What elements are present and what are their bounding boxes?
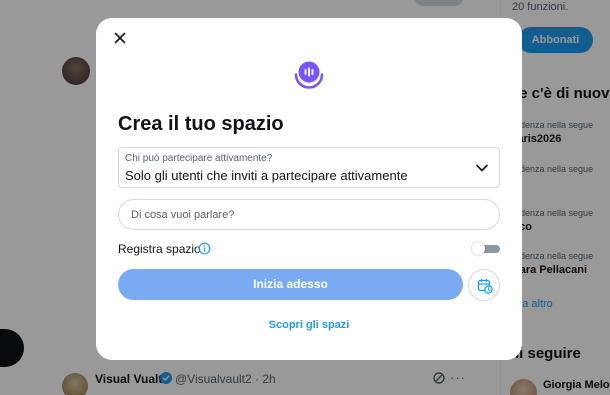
topic-input[interactable] [118, 199, 500, 230]
close-button[interactable] [110, 28, 130, 48]
who-can-speak-select[interactable]: Chi può partecipare attivamente? Solo gl… [118, 147, 500, 188]
record-space-row: Registra spazio [118, 241, 500, 257]
info-icon[interactable] [198, 242, 211, 255]
create-space-dialog: Crea il tuo spazio Chi può partecipare a… [96, 18, 522, 360]
discover-spaces-link[interactable]: Scopri gli spazi [96, 319, 522, 331]
dialog-title: Crea il tuo spazio [118, 113, 284, 135]
toggle-knob [472, 242, 485, 255]
chevron-down-icon [476, 164, 488, 172]
schedule-button[interactable] [468, 269, 500, 301]
record-space-toggle[interactable] [472, 242, 500, 255]
close-icon [114, 32, 126, 44]
start-now-button[interactable]: Inizia adesso [118, 269, 463, 300]
spaces-logo-icon [294, 61, 324, 89]
select-label: Chi può partecipare attivamente? [125, 153, 273, 164]
select-value: Solo gli utenti che inviti a partecipare… [125, 168, 408, 183]
schedule-calendar-icon [477, 279, 493, 294]
record-space-label: Registra spazio [118, 242, 201, 256]
